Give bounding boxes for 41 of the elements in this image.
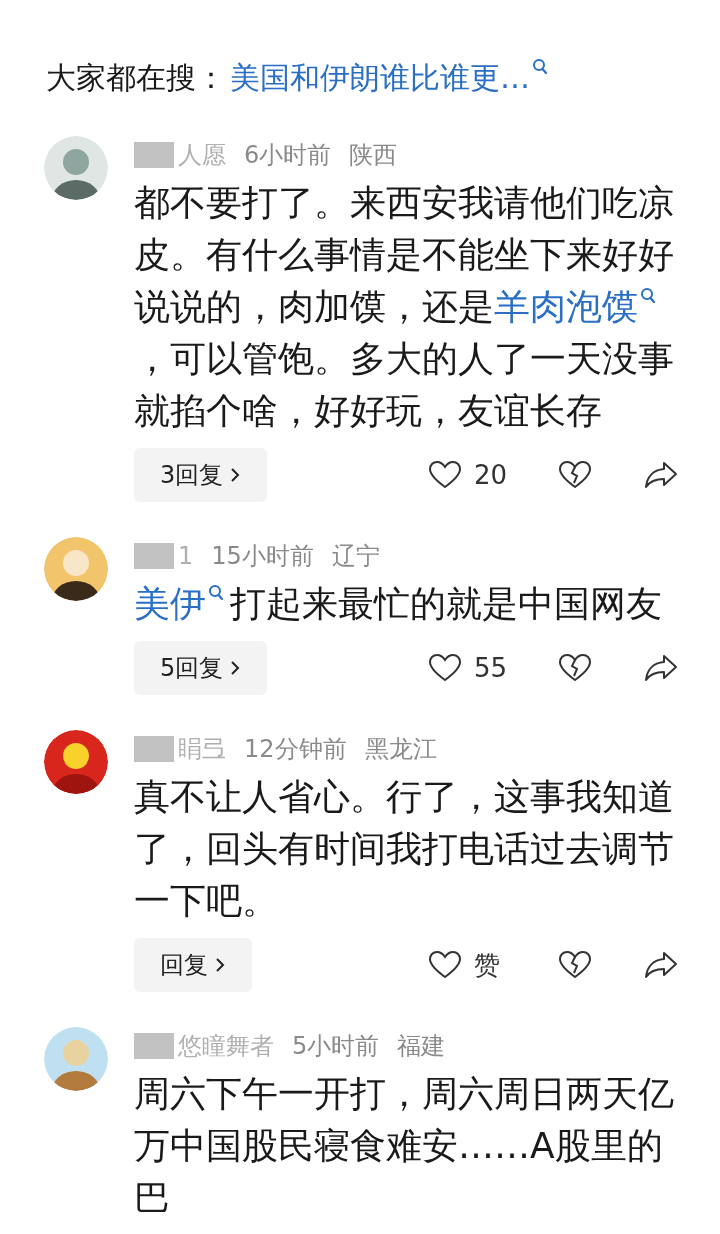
share-icon xyxy=(644,950,678,980)
search-label: 大家都在搜： xyxy=(46,58,226,97)
broken-heart-icon xyxy=(558,950,592,980)
like-icon xyxy=(428,653,462,683)
comment-text: 周六下午一开打，周六周日两天亿万中国股民寝食难安……A股里的巴 xyxy=(134,1072,675,1220)
timestamp: 6小时前 xyxy=(244,140,332,171)
location: 黑龙江 xyxy=(364,734,437,765)
comment-text: 美伊 打起来最忙的就是中国网友 xyxy=(134,582,663,626)
timestamp: 12分钟前 xyxy=(244,734,347,765)
location: 陕西 xyxy=(349,140,398,171)
search-link[interactable]: 美伊 xyxy=(134,583,230,624)
search-icon xyxy=(640,287,656,305)
comment-text: 都不要打了。来西安我请他们吃凉皮。有什么事情是不能坐下来好好说说的，肉加馍，还是羊肉泡馍 ，可以管饱。多大的人了一天没事就掐个啥，好好玩，友谊长存 xyxy=(134,181,675,433)
reply-button[interactable]: 3回复 xyxy=(134,448,268,502)
like-count: 55 xyxy=(474,653,509,683)
reply-button[interactable]: 回复 xyxy=(134,938,252,992)
blur-patch xyxy=(134,543,174,569)
like-count: 赞 xyxy=(474,948,501,982)
location: 福建 xyxy=(397,1031,446,1062)
broken-heart-icon xyxy=(558,653,592,683)
search-link[interactable]: 美国和伊朗谁比谁更… xyxy=(230,57,530,99)
blur-patch xyxy=(134,736,174,762)
chevron-icon xyxy=(229,659,242,677)
search-link[interactable]: 羊肉泡馍 xyxy=(494,286,662,327)
search-icon xyxy=(208,584,224,602)
timestamp: 15小时前 xyxy=(211,541,314,572)
blur-patch xyxy=(134,1033,174,1059)
location: 辽宁 xyxy=(331,541,380,572)
share-icon xyxy=(644,653,678,683)
chevron-icon xyxy=(229,466,242,484)
like-count: 20 xyxy=(474,460,509,490)
like-icon xyxy=(428,460,462,490)
reply-button[interactable]: 5回复 xyxy=(134,641,268,695)
share-icon xyxy=(644,460,678,490)
like-icon xyxy=(428,950,462,980)
search-icon xyxy=(532,58,548,76)
comment-text: 真不让人省心。行了，这事我知道了，回头有时间我打电话过去调节一下吧。 xyxy=(134,775,675,923)
broken-heart-icon xyxy=(558,460,592,490)
timestamp: 5小时前 xyxy=(292,1031,380,1062)
chevron-icon xyxy=(214,956,226,974)
blur-patch xyxy=(134,142,174,168)
